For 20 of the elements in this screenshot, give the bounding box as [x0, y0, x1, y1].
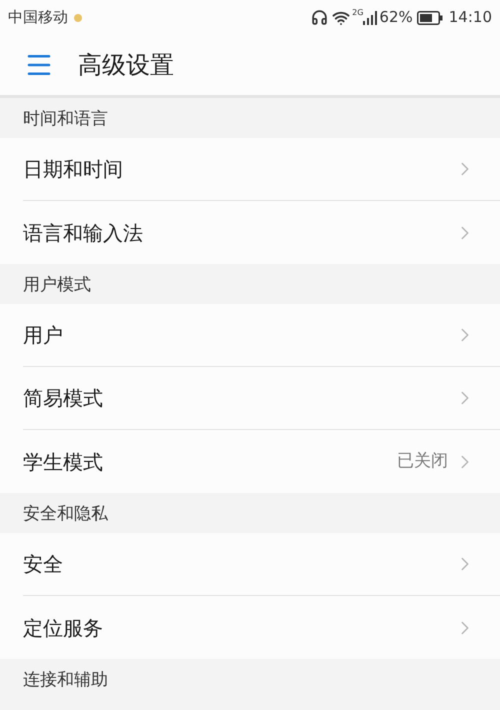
headphones-icon: [311, 9, 328, 26]
section-header: 用户模式: [23, 274, 91, 296]
settings-item[interactable]: 定位服务: [23, 596, 500, 659]
battery-icon: [416, 10, 443, 24]
section-header: 时间和语言: [23, 108, 108, 130]
signal-icon: [363, 10, 378, 24]
battery-percent: 62%: [379, 7, 413, 28]
settings-item[interactable]: 用户: [23, 304, 500, 367]
settings-item[interactable]: 学生模式 已关闭: [23, 430, 500, 493]
settings-item[interactable]: 简易模式: [23, 367, 500, 430]
section-header: 连接和辅助: [23, 668, 108, 692]
settings-item[interactable]: 日期和时间: [23, 138, 500, 201]
settings-item[interactable]: 语言和输入法: [23, 201, 500, 264]
network-type: 2G: [352, 7, 364, 19]
item-value: 已关闭: [397, 450, 448, 473]
section-header: 安全和隐私: [23, 502, 108, 526]
settings-item[interactable]: 安全: [23, 533, 500, 596]
clock-time: 14:10: [448, 7, 492, 28]
carrier-name: 中国移动: [8, 7, 68, 28]
page-title: 高级设置: [78, 50, 174, 81]
